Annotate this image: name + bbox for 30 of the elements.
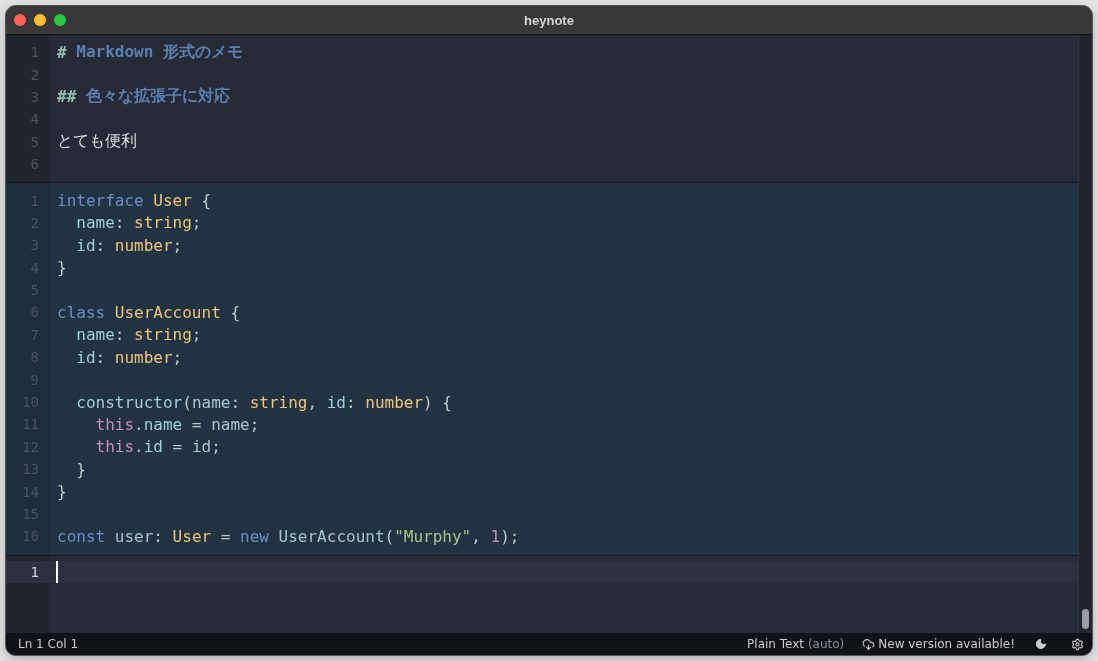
code-line: } <box>57 482 67 502</box>
moon-icon[interactable] <box>1035 638 1047 650</box>
language-mode: (auto) <box>806 637 845 651</box>
settings-icon[interactable] <box>1071 637 1084 651</box>
code-line: interface User { <box>57 191 212 211</box>
code-line: const user: User = new UserAccount("Murphy", 1); <box>57 526 520 546</box>
zoom-button[interactable] <box>54 14 66 26</box>
code-line: とても便利 <box>57 131 137 153</box>
scrollbar-thumb[interactable] <box>1082 609 1089 629</box>
close-button[interactable] <box>14 14 26 26</box>
code-line: this.id = id; <box>94 437 221 457</box>
code-line: # Markdown 形式のメモ <box>57 41 243 63</box>
cloud-download-icon <box>862 637 876 651</box>
code-line: id: number; <box>75 347 183 367</box>
code-line: } <box>57 258 67 278</box>
code-line: name: string; <box>75 325 202 345</box>
language-label[interactable]: Plain Text <box>747 637 805 651</box>
window-title: heynote <box>524 12 574 28</box>
cursor-position: Ln 1 Col 1 <box>18 637 79 651</box>
text-cursor <box>56 560 58 583</box>
code-line: } <box>75 459 86 479</box>
code-line: constructor(name: string, id: number) { <box>75 392 452 412</box>
minimize-button[interactable] <box>34 14 46 26</box>
code-line: id: number; <box>75 235 183 255</box>
code-line: name: string; <box>75 213 202 233</box>
code-line: class UserAccount { <box>57 303 241 322</box>
code-line: this.name = name; <box>94 414 260 434</box>
line-number: 1 <box>29 563 39 580</box>
code-line: ## 色々な拡張子に対応 <box>57 86 230 108</box>
update-link[interactable]: New version available! <box>862 637 1015 651</box>
